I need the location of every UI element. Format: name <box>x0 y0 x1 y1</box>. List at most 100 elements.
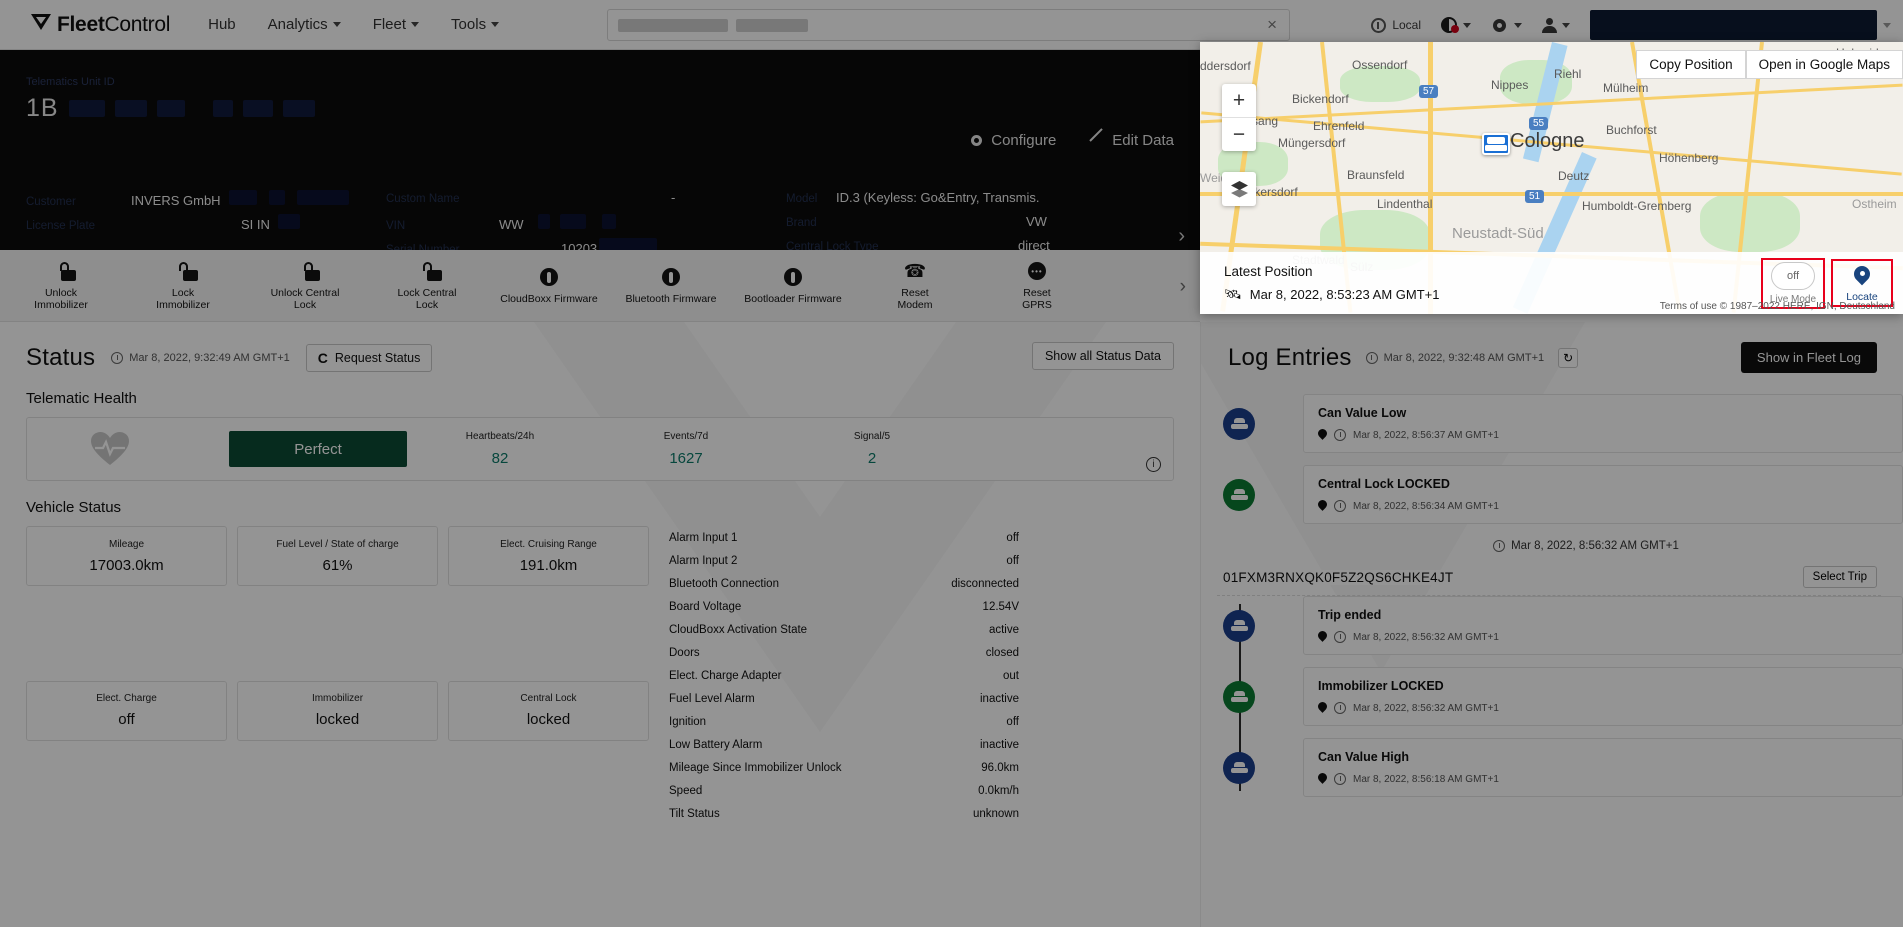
metric-key: Events/7d <box>663 431 709 442</box>
list-item[interactable]: Can Value High Mar 8, 2022, 8:56:18 AM G… <box>1223 738 1903 797</box>
location-pin-icon[interactable] <box>1318 773 1327 785</box>
info-icon[interactable]: i <box>1146 457 1161 472</box>
action-unlock-central-lock[interactable]: Unlock Central Lock <box>244 260 366 311</box>
account-name-redacted <box>1590 10 1877 40</box>
locate-button[interactable]: Locate <box>1835 263 1889 303</box>
customer-redacted-2 <box>268 190 285 205</box>
action-label: Unlock Central Lock <box>270 287 340 311</box>
action-reset-modem[interactable]: ☎ Reset Modem <box>854 260 976 311</box>
vehicle-header-actions: Configure Edit Data <box>970 132 1174 149</box>
search-input[interactable]: × <box>607 9 1290 41</box>
unit-id-redacted-2 <box>114 100 147 117</box>
open-in-google-maps-button[interactable]: Open in Google Maps <box>1745 50 1903 79</box>
customer-redacted-1 <box>228 190 257 205</box>
page-title: Status <box>26 344 96 371</box>
map-attribution: Terms of use © 1987–2022 HERE, IGN, Deut… <box>1659 301 1895 312</box>
log-card[interactable]: Immobilizer LOCKED Mar 8, 2022, 8:56:32 … <box>1303 667 1903 726</box>
list-item[interactable]: Can Value Low Mar 8, 2022, 8:56:37 AM GM… <box>1223 394 1903 453</box>
clear-search-icon[interactable]: × <box>1267 15 1277 35</box>
location-pin-icon <box>1854 266 1870 288</box>
nav-item-analytics[interactable]: Analytics <box>268 16 341 33</box>
show-in-fleet-log-button[interactable]: Show in Fleet Log <box>1740 342 1877 373</box>
row-value: unknown <box>972 807 1019 820</box>
status-row: Mileage Since Immobilizer Unlock 96.0km <box>669 756 1019 779</box>
row-value: off <box>1006 554 1019 567</box>
show-all-status-data-button[interactable]: Show all Status Data <box>1031 342 1174 370</box>
vehicle-header-next-button[interactable]: › <box>1178 225 1185 248</box>
map-place-label: Ehrenfeld <box>1313 119 1365 133</box>
configure-label: Configure <box>991 132 1057 149</box>
location-pin-icon[interactable] <box>1318 631 1327 643</box>
unit-id-redacted-1 <box>68 100 105 117</box>
unit-id-redacted-4 <box>212 100 233 117</box>
card-key: Mileage <box>108 538 145 550</box>
edit-data-button[interactable]: Edit Data <box>1090 132 1174 149</box>
row-key: Bluetooth Connection <box>669 577 779 590</box>
zoom-out-button[interactable]: − <box>1222 118 1256 151</box>
action-unlock-immobilizer[interactable]: Unlock Immobilizer <box>0 260 122 311</box>
log-timestamp: Mar 8, 2022, 8:56:32 AM GMT+1 <box>1353 631 1499 643</box>
location-pin-icon[interactable] <box>1318 500 1327 512</box>
field-value: SI IN <box>241 217 270 232</box>
action-label: Bootloader Firmware <box>744 293 842 305</box>
app-logo[interactable]: Fleet Control <box>30 12 170 38</box>
select-trip-button[interactable]: Select Trip <box>1802 566 1877 588</box>
locale-selector[interactable]: Local <box>1371 17 1421 33</box>
telematics-unit-block: Telematics Unit ID 1B <box>26 76 315 123</box>
map-place-label: Bickendorf <box>1292 92 1349 106</box>
list-item[interactable]: Central Lock LOCKED Mar 8, 2022, 8:56:34… <box>1223 465 1903 524</box>
brand-name-light: Control <box>104 12 171 36</box>
action-label: Lock Central Lock <box>397 287 457 311</box>
action-strip-next-button[interactable]: › <box>1180 276 1186 298</box>
pencil-icon <box>1090 134 1104 148</box>
plate-redacted <box>277 214 300 229</box>
action-reset-gprs[interactable]: ••• Reset GPRS <box>976 260 1098 311</box>
vehicle-map-marker[interactable] <box>1482 133 1510 155</box>
status-card-cruising-range: Elect. Cruising Range 191.0km <box>448 526 649 586</box>
action-lock-immobilizer[interactable]: Lock Immobilizer <box>122 260 244 311</box>
log-timeline: Can Value Low Mar 8, 2022, 8:56:37 AM GM… <box>1201 394 1903 797</box>
log-card[interactable]: Trip ended Mar 8, 2022, 8:56:32 AM GMT+1 <box>1303 596 1903 655</box>
log-card[interactable]: Can Value Low Mar 8, 2022, 8:56:37 AM GM… <box>1303 394 1903 453</box>
request-status-button[interactable]: C Request Status <box>305 344 433 372</box>
status-row: Fuel Level Alarm inactive <box>669 687 1019 710</box>
map-layers-button[interactable] <box>1222 172 1256 206</box>
lock-icon <box>366 260 488 282</box>
clock-icon <box>1493 540 1506 552</box>
location-pin-icon[interactable] <box>1318 429 1327 441</box>
nav-item-tools[interactable]: Tools <box>451 16 500 33</box>
health-status-badge: Perfect <box>229 431 407 467</box>
action-bluetooth-firmware[interactable]: Bluetooth Firmware <box>610 266 732 305</box>
log-meta: Mar 8, 2022, 8:56:37 AM GMT+1 <box>1318 429 1888 441</box>
list-item[interactable]: Trip ended Mar 8, 2022, 8:56:32 AM GMT+1 <box>1223 596 1903 655</box>
satellite-icon: 🛰 <box>1224 285 1242 302</box>
zoom-in-button[interactable]: + <box>1222 84 1256 117</box>
action-bootloader-firmware[interactable]: Bootloader Firmware <box>732 266 854 305</box>
live-mode-toggle[interactable]: off Live Mode <box>1765 261 1821 305</box>
action-label: Bluetooth Firmware <box>625 293 717 305</box>
status-row: Tilt Status unknown <box>669 802 1019 825</box>
action-cloudboxx-firmware[interactable]: CloudBoxx Firmware <box>488 266 610 305</box>
configure-button[interactable]: Configure <box>970 132 1056 149</box>
log-card[interactable]: Central Lock LOCKED Mar 8, 2022, 8:56:34… <box>1303 465 1903 524</box>
settings-menu[interactable] <box>1491 17 1522 34</box>
account-name-field[interactable] <box>1590 10 1891 40</box>
log-timestamp: Mar 8, 2022, 8:56:18 AM GMT+1 <box>1353 773 1499 785</box>
live-mode-state[interactable]: off <box>1771 261 1815 290</box>
field-custom-name: Custom Name - <box>386 190 736 214</box>
telematics-unit-id-value-row: 1B <box>26 94 315 123</box>
refresh-log-button[interactable]: ↻ <box>1558 348 1579 368</box>
list-item[interactable]: Immobilizer LOCKED Mar 8, 2022, 8:56:32 … <box>1223 667 1903 726</box>
row-key: Tilt Status <box>669 807 720 820</box>
map-place-label: Ostheim <box>1852 197 1897 211</box>
copy-position-button[interactable]: Copy Position <box>1636 50 1746 79</box>
location-pin-icon[interactable] <box>1318 702 1327 714</box>
nav-item-hub[interactable]: Hub <box>208 16 236 33</box>
log-title: Trip ended <box>1318 608 1382 622</box>
action-lock-central-lock[interactable]: Lock Central Lock <box>366 260 488 311</box>
contrast-toggle[interactable] <box>1441 17 1471 33</box>
account-menu[interactable] <box>1542 17 1570 33</box>
log-entries-panel: Log Entries Mar 8, 2022, 9:32:48 AM GMT+… <box>1200 322 1903 927</box>
nav-item-fleet[interactable]: Fleet <box>373 16 420 33</box>
log-card[interactable]: Can Value High Mar 8, 2022, 8:56:18 AM G… <box>1303 738 1903 797</box>
